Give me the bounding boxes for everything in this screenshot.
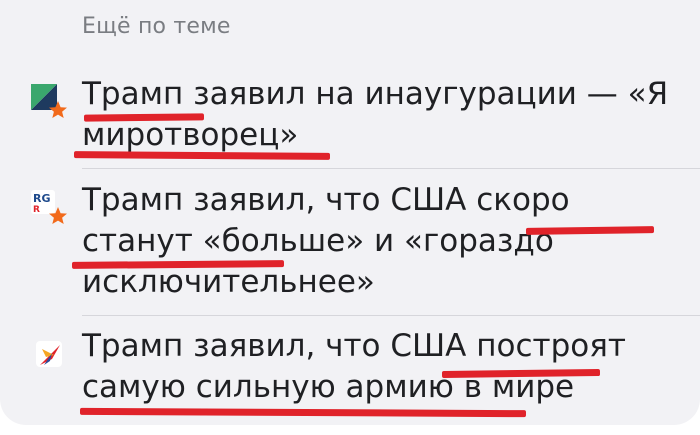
section-heading: Ещё по теме bbox=[82, 14, 231, 39]
divider bbox=[82, 168, 700, 169]
svg-text:R: R bbox=[33, 205, 40, 215]
source-logo-bird-icon bbox=[30, 335, 68, 373]
divider bbox=[82, 315, 700, 316]
news-title: Трамп заявил, что США построят самую сил… bbox=[82, 328, 626, 405]
news-item[interactable]: RG R Трамп заявил, что США скоро станут … bbox=[0, 176, 700, 314]
news-title: Трамп заявил, что США скоро станут «боль… bbox=[82, 182, 570, 300]
svg-text:RG: RG bbox=[33, 192, 51, 205]
related-news-card: Ещё по теме Трамп заявил на инаугурации … bbox=[0, 0, 700, 425]
source-logo-rg-icon: RG R bbox=[30, 189, 68, 227]
source-logo-geometric-icon bbox=[30, 83, 68, 121]
red-underline bbox=[83, 113, 205, 122]
